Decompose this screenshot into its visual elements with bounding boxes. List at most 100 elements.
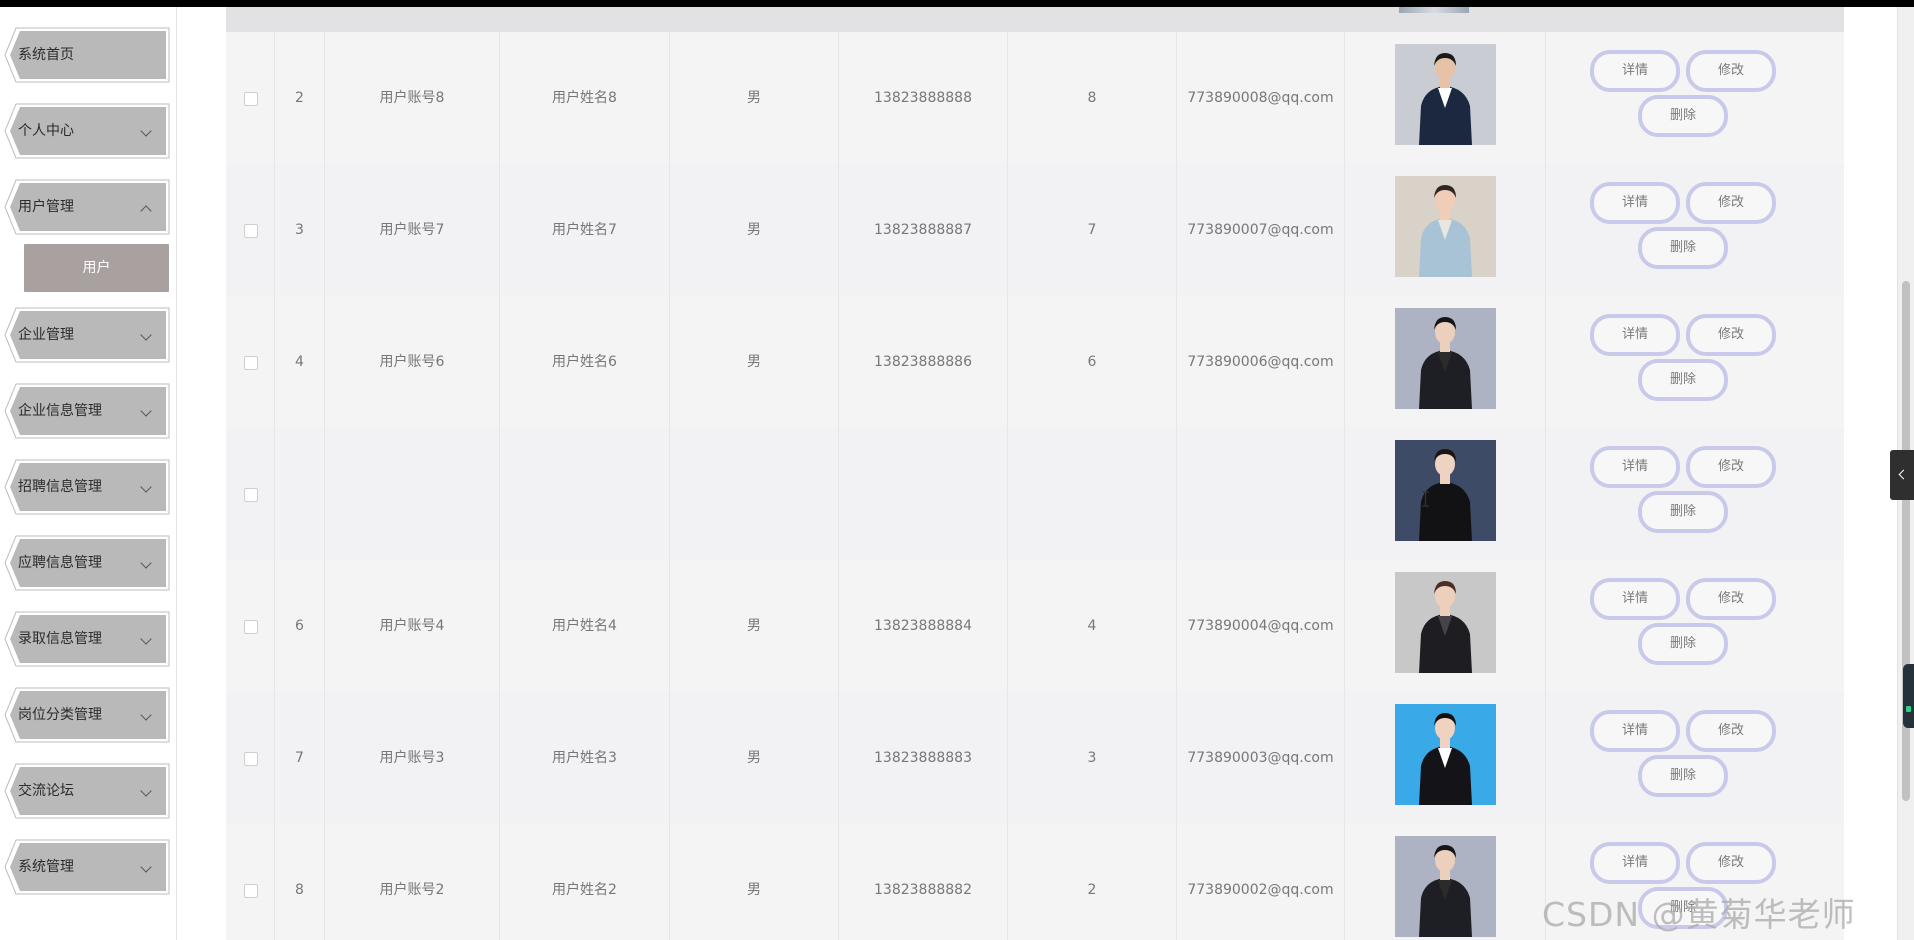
delete-button[interactable]: 删除 [1638,227,1728,269]
detail-button[interactable]: 详情 [1590,842,1680,884]
actions-cell: 详情 修改 删除 [1546,164,1843,296]
sidebar-item-label: 企业管理 [18,327,74,343]
detail-button[interactable]: 详情 [1590,710,1680,752]
cell-number-value [1008,428,1177,560]
delete-button[interactable]: 删除 [1638,755,1728,797]
cell-email [1177,428,1345,560]
chevron-left-icon [1898,469,1909,480]
top-edge-bar [0,0,1914,7]
photo-cell [1345,32,1546,164]
delete-button[interactable]: 删除 [1638,623,1728,665]
table-row: 详情 修改 删除 [226,428,1844,561]
cell-email: 773890004@qq.com [1177,560,1345,692]
select-cell [226,428,275,560]
sidebar-item-application-info[interactable]: 应聘信息管理 [4,535,170,591]
select-cell [226,296,275,428]
cell-email: 773890008@qq.com [1177,32,1345,164]
sidebar-item-label: 系统首页 [18,47,74,63]
actions-cell: 详情 修改 删除 [1546,560,1843,692]
cell-user-name: 用户姓名7 [500,164,670,296]
user-photo [1395,44,1496,145]
cell-gender [670,428,839,560]
edit-button[interactable]: 修改 [1686,446,1776,488]
cell-phone-number: 13823888882 [839,824,1008,940]
row-checkbox[interactable] [244,92,258,106]
detail-button[interactable]: 详情 [1590,446,1680,488]
detail-button[interactable]: 详情 [1590,578,1680,620]
cell-email: 773890002@qq.com [1177,824,1345,940]
floating-tool-handle[interactable] [1903,664,1914,728]
sidebar-item-label: 个人中心 [18,123,74,139]
cell-number-value: 6 [1008,296,1177,428]
table-row: 2 用户账号8 用户姓名8 男 13823888888 8 773890008@qq.com… [226,32,1844,165]
actions-cell: 详情 修改 删除 [1546,692,1843,824]
photo-cell [1345,164,1546,296]
edit-button[interactable]: 修改 [1686,314,1776,356]
user-photo [1395,176,1496,277]
photo-cell [1345,560,1546,692]
sidebar-menu: 系统首页个人中心用户管理企业管理企业信息管理招聘信息管理应聘信息管理录取信息管理… [0,7,177,940]
cell-gender: 男 [670,692,839,824]
cell-user-name: 用户姓名4 [500,560,670,692]
sidebar-item-label: 系统管理 [18,859,74,875]
text-cursor-icon [1422,491,1429,507]
select-cell [226,824,275,940]
edit-button[interactable]: 修改 [1686,710,1776,752]
submenu-item-user[interactable]: 用户 [24,244,169,292]
edit-button[interactable]: 修改 [1686,842,1776,884]
detail-button[interactable]: 详情 [1590,182,1680,224]
cell-number-value: 4 [1008,560,1177,692]
edit-button[interactable]: 修改 [1686,50,1776,92]
actions-cell: 详情 修改 删除 [1546,428,1843,560]
sidebar-item-forum[interactable]: 交流论坛 [4,763,170,819]
watermark: CSDN @黄菊华老师 [1542,895,1856,934]
user-photo [1395,704,1496,805]
sidebar-item-user-management[interactable]: 用户管理 [4,179,170,235]
select-cell [226,164,275,296]
cell-user-name: 用户姓名2 [500,824,670,940]
sidebar-item-label: 应聘信息管理 [18,555,102,571]
sidebar-item-admission-info[interactable]: 录取信息管理 [4,611,170,667]
row-checkbox[interactable] [244,356,258,370]
table-row: 4 用户账号6 用户姓名6 男 13823888886 6 773890006@qq.com… [226,296,1844,429]
cell-gender: 男 [670,164,839,296]
user-photo [1395,836,1496,937]
cell-row-index [275,428,325,560]
delete-button[interactable]: 删除 [1638,359,1728,401]
sidebar-item-enterprise-management[interactable]: 企业管理 [4,307,170,363]
side-panel-toggle[interactable] [1890,450,1914,500]
row-checkbox[interactable] [244,884,258,898]
sidebar-item-recruitment-info[interactable]: 招聘信息管理 [4,459,170,515]
row-checkbox[interactable] [244,224,258,238]
detail-button[interactable]: 详情 [1590,50,1680,92]
cell-number-value: 3 [1008,692,1177,824]
photo-cell [1345,824,1546,940]
sidebar-item-position-category[interactable]: 岗位分类管理 [4,687,170,743]
cell-email: 773890003@qq.com [1177,692,1345,824]
sidebar-item-system-management[interactable]: 系统管理 [4,839,170,895]
delete-button[interactable]: 删除 [1638,95,1728,137]
actions-cell: 详情 修改 删除 [1546,296,1843,428]
cell-email: 773890006@qq.com [1177,296,1345,428]
sidebar-item-home[interactable]: 系统首页 [4,27,170,83]
cell-phone-number: 13823888883 [839,692,1008,824]
cell-gender: 男 [670,32,839,164]
row-checkbox[interactable] [244,752,258,766]
edit-button[interactable]: 修改 [1686,182,1776,224]
main-content: 2 用户账号8 用户姓名8 男 13823888888 8 773890008@qq.com… [177,7,1914,940]
cell-gender: 男 [670,296,839,428]
photo-cell [1345,692,1546,824]
sidebar-item-personal-center[interactable]: 个人中心 [4,103,170,159]
cell-user-name: 用户姓名6 [500,296,670,428]
delete-button[interactable]: 删除 [1638,491,1728,533]
detail-button[interactable]: 详情 [1590,314,1680,356]
row-checkbox[interactable] [244,488,258,502]
table-header-strip [226,7,1844,32]
row-checkbox[interactable] [244,620,258,634]
header-image-fragment [1399,7,1469,13]
edit-button[interactable]: 修改 [1686,578,1776,620]
sidebar-item-enterprise-info[interactable]: 企业信息管理 [4,383,170,439]
sidebar-item-label: 交流论坛 [18,783,74,799]
sidebar-item-label: 企业信息管理 [18,403,102,419]
user-table: 2 用户账号8 用户姓名8 男 13823888888 8 773890008@qq.com… [226,7,1844,940]
